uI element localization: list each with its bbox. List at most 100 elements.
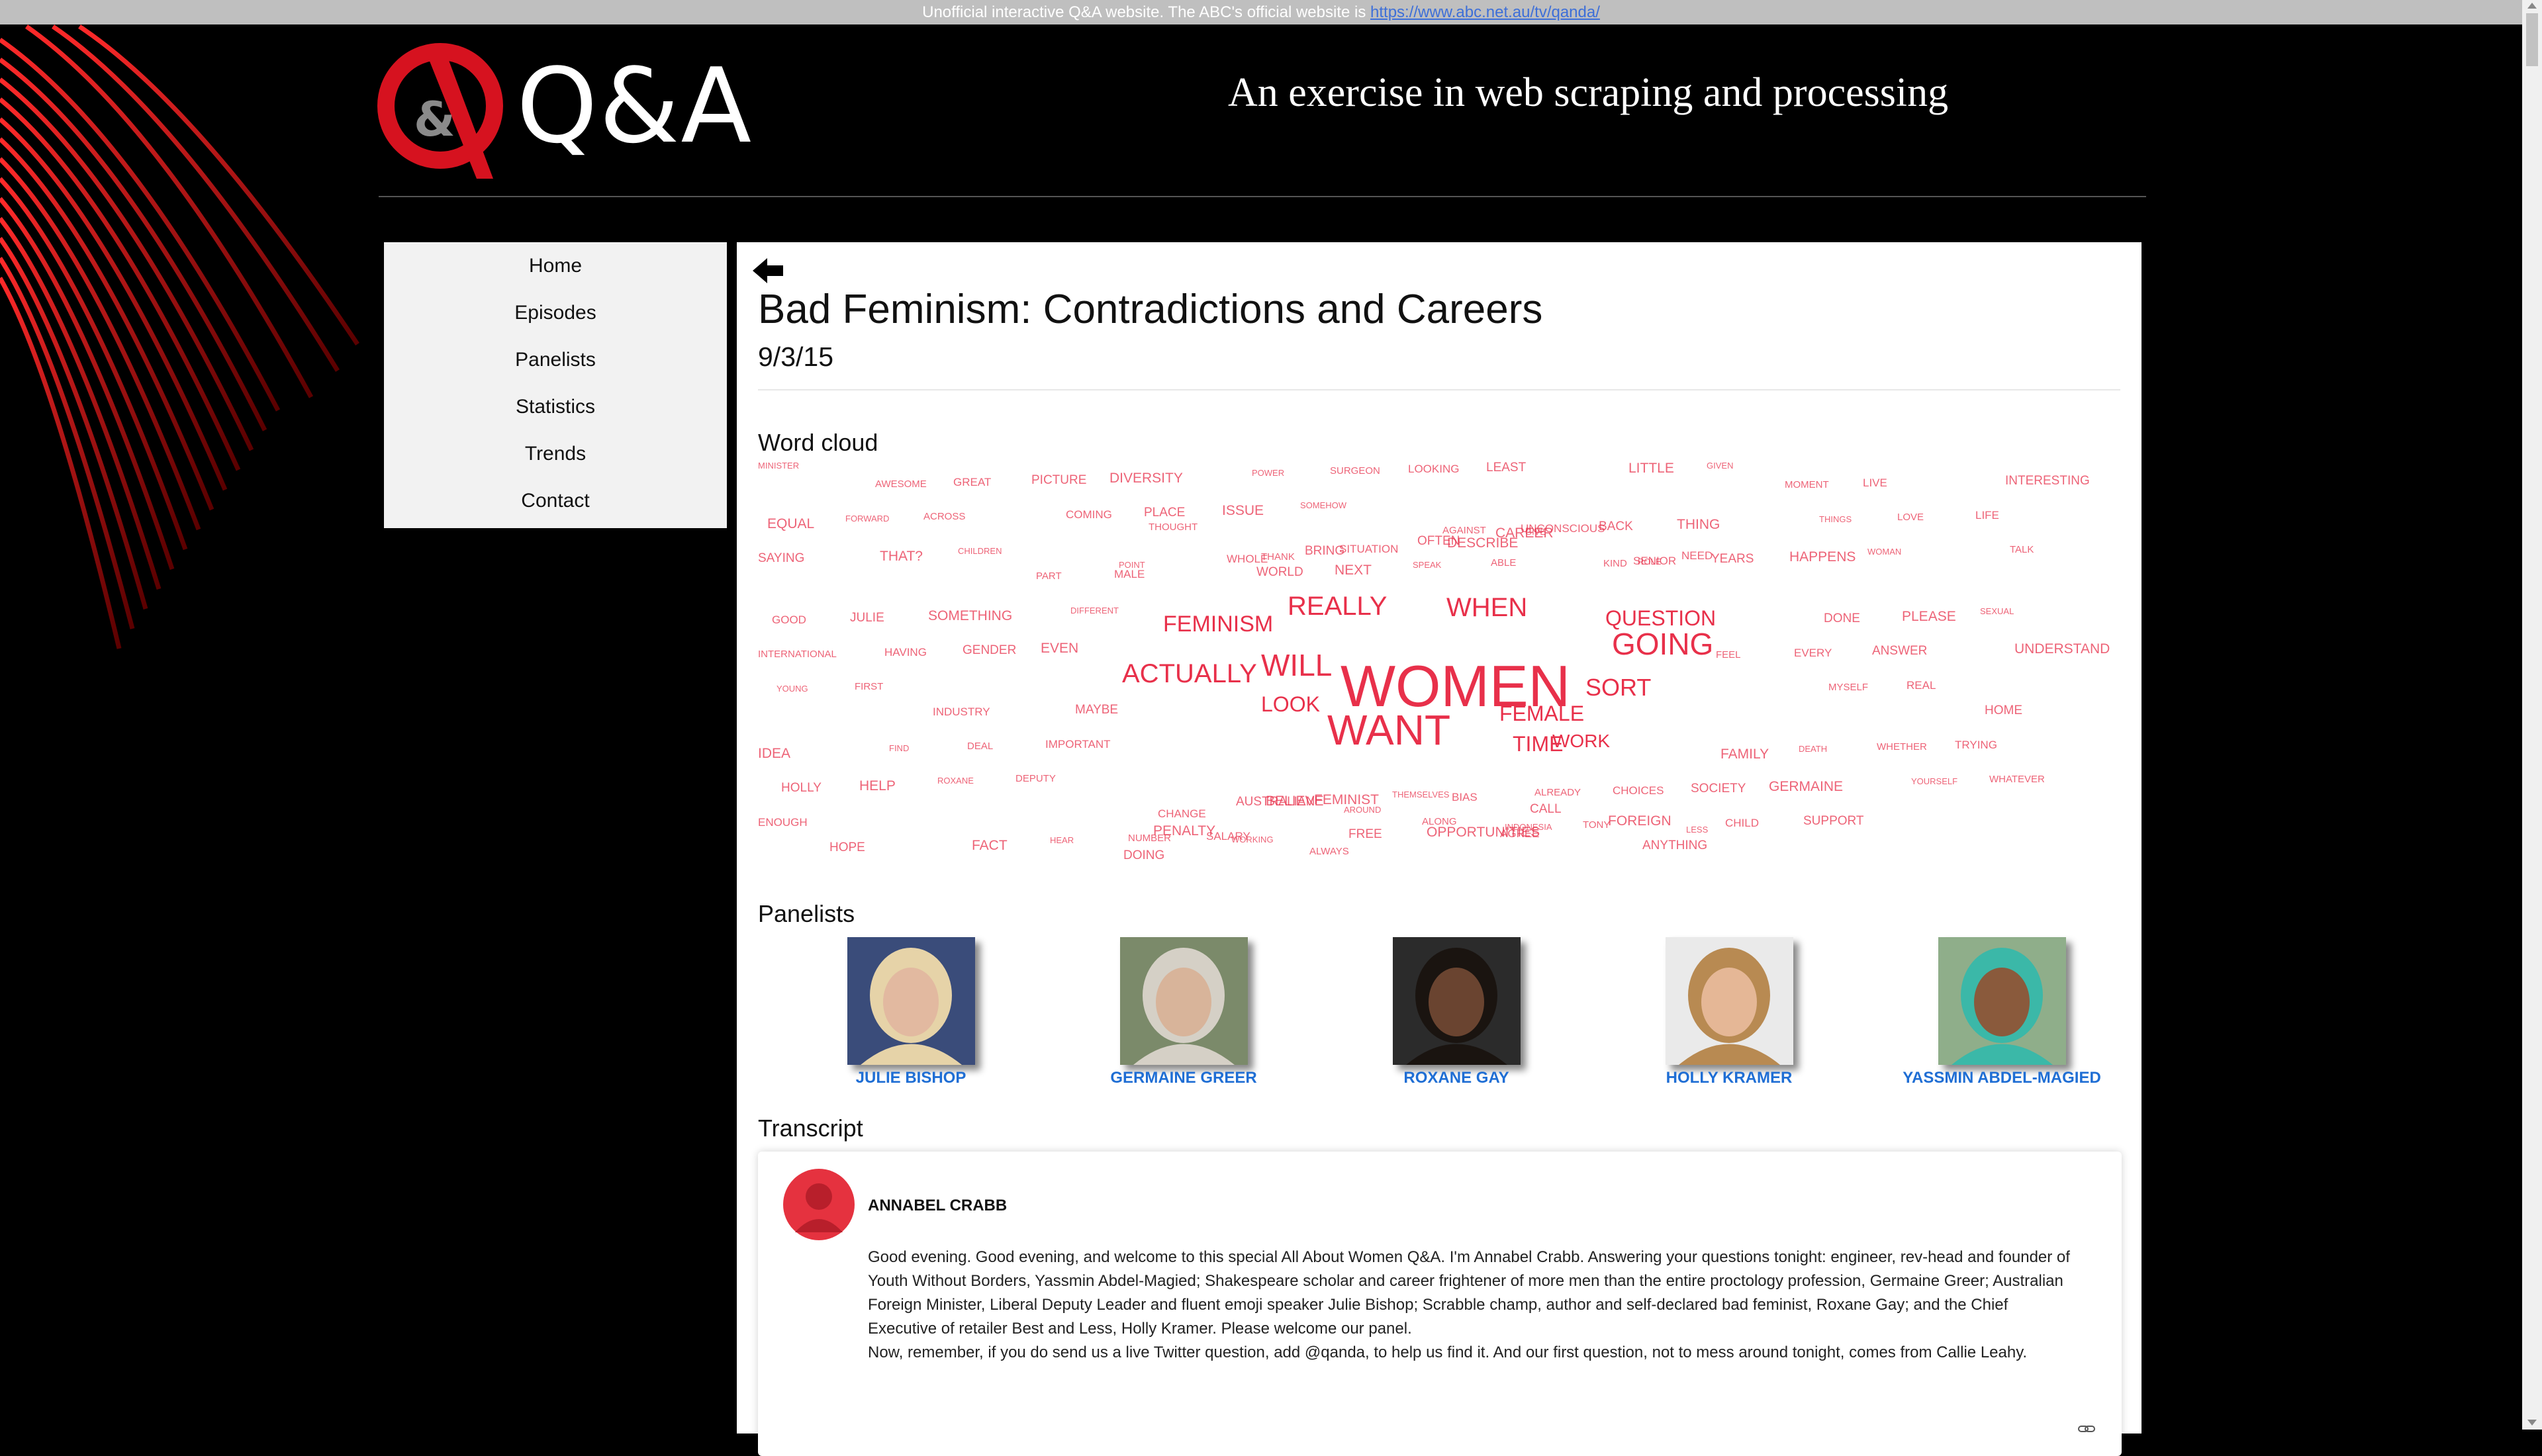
panelists-list: JULIE BISHOP GERMAINE GREER ROXANE GAY HOLL… xyxy=(758,937,2120,1103)
word-cloud-word: feminist xyxy=(1314,792,1379,807)
word-cloud-word: world xyxy=(1256,565,1303,579)
word-cloud-word: tony xyxy=(1583,819,1611,831)
nav-contact[interactable]: Contact xyxy=(384,477,727,524)
panelist-card[interactable]: ROXANE GAY xyxy=(1357,937,1556,1087)
panelist-card[interactable]: HOLLY KRAMER xyxy=(1630,937,1828,1087)
word-cloud-word: work xyxy=(1552,731,1611,751)
word-cloud-word: interesting xyxy=(2005,474,2090,488)
transcript-entry: ANNABEL CRABB Good evening. Good evening… xyxy=(758,1152,2122,1456)
transcript-paragraph: Now, remember, if you do send us a live … xyxy=(868,1343,2028,1361)
word-cloud-word: thank xyxy=(1261,551,1295,563)
scrollbar[interactable] xyxy=(2522,0,2542,1430)
word-cloud-word: choices xyxy=(1613,784,1664,797)
word-cloud-word: place xyxy=(1144,506,1186,520)
word-cloud-word: want xyxy=(1327,706,1451,754)
word-cloud-word: role xyxy=(1638,557,1662,567)
panelist-photo[interactable] xyxy=(1938,937,2066,1065)
word-cloud-word: death xyxy=(1799,744,1828,754)
word-cloud-word: female xyxy=(1499,702,1585,725)
back-arrow-icon[interactable] xyxy=(751,257,784,285)
word-cloud-word: indonesia xyxy=(1505,822,1552,832)
panelists-heading: Panelists xyxy=(758,900,855,927)
word-cloud-word: gender xyxy=(963,643,1017,657)
word-cloud-word: happens xyxy=(1789,549,1856,565)
word-cloud-word: actually xyxy=(1122,659,1257,688)
nav-statistics[interactable]: Statistics xyxy=(384,383,727,430)
title-divider xyxy=(758,389,2120,390)
word-cloud-word: will xyxy=(1261,648,1333,682)
panelist-card[interactable]: YASSMIN ABDEL-MAGIED xyxy=(1903,937,2101,1087)
word-cloud-word: thing xyxy=(1677,517,1720,532)
word-cloud-word: least xyxy=(1486,461,1527,475)
panelist-photo[interactable] xyxy=(847,937,975,1065)
word-cloud-word: talk xyxy=(2010,544,2034,555)
nav-episodes[interactable]: Episodes xyxy=(384,289,727,336)
word-cloud-word: foreign xyxy=(1608,813,1671,829)
word-cloud-word: even xyxy=(1041,641,1079,656)
header-divider xyxy=(379,196,2146,197)
word-cloud-word: different xyxy=(1070,606,1119,615)
word-cloud-word: saying xyxy=(758,551,805,565)
word-cloud-word: question xyxy=(1605,606,1717,630)
panelist-photo[interactable] xyxy=(1392,937,1521,1065)
word-cloud-word: free xyxy=(1348,827,1382,841)
word-cloud-word: bias xyxy=(1452,791,1478,803)
panelist-photo[interactable] xyxy=(1119,937,1248,1065)
word-cloud-word: salary xyxy=(1206,830,1250,842)
site-tagline: An exercise in web scraping and processi… xyxy=(1228,70,1949,115)
scrollbar-thumb[interactable] xyxy=(2526,13,2538,66)
word-cloud-word: often xyxy=(1417,534,1460,548)
link-icon[interactable] xyxy=(2078,1423,2095,1435)
panelist-name-link[interactable]: HOLLY KRAMER xyxy=(1630,1069,1828,1087)
word-cloud-word: understand xyxy=(2014,641,2110,657)
word-cloud-word: able xyxy=(1491,557,1517,569)
nav-trends[interactable]: Trends xyxy=(384,430,727,477)
word-cloud-word: home xyxy=(1985,704,2022,717)
speaker-name: ANNABEL CRABB xyxy=(868,1197,1008,1214)
panelist-name-link[interactable]: GERMAINE GREER xyxy=(1084,1069,1283,1087)
scroll-up-icon[interactable] xyxy=(2527,3,2537,9)
word-cloud-word: anything xyxy=(1642,839,1708,852)
panelist-photo[interactable] xyxy=(1665,937,1793,1065)
word-cloud-word: male xyxy=(1114,568,1145,580)
episode-date: 9/3/15 xyxy=(758,341,833,372)
logo-text: Q&A xyxy=(516,46,753,166)
nav-panelists[interactable]: Panelists xyxy=(384,336,727,383)
scroll-down-icon[interactable] xyxy=(2527,1420,2537,1426)
word-cloud-word: young xyxy=(777,684,808,694)
word-cloud-word: situation xyxy=(1339,543,1399,555)
word-cloud-word: good xyxy=(772,614,806,626)
abc-website-link[interactable]: https://www.abc.net.au/tv/qanda/ xyxy=(1370,3,1600,21)
word-cloud-word: diversity xyxy=(1109,471,1183,486)
background-stripes xyxy=(0,24,359,649)
word-cloud-word: find xyxy=(889,743,910,753)
panelist-card[interactable]: JULIE BISHOP xyxy=(812,937,1010,1087)
panelist-name-link[interactable]: ROXANE GAY xyxy=(1357,1069,1556,1087)
word-cloud-word: doing xyxy=(1123,848,1165,862)
word-cloud-word: whether xyxy=(1877,741,1927,752)
word-cloud-word: society xyxy=(1691,782,1746,796)
word-cloud-word: julie xyxy=(850,611,884,625)
word-cloud-word: first xyxy=(855,681,884,692)
word-cloud-word: done xyxy=(1824,612,1860,625)
word-cloud-word: deal xyxy=(967,741,994,752)
transcript-heading: Transcript xyxy=(758,1115,863,1142)
word-cloud-word: little xyxy=(1628,461,1674,476)
word-cloud-word: deputy xyxy=(1015,773,1056,784)
nav-home[interactable]: Home xyxy=(384,242,727,289)
word-cloud-word: fact xyxy=(972,838,1008,853)
word-cloud-word: maybe xyxy=(1075,703,1119,717)
panelist-card[interactable]: GERMAINE GREER xyxy=(1084,937,1283,1087)
word-cloud-word: themselves xyxy=(1392,790,1450,799)
word-cloud-word: really xyxy=(1288,592,1388,621)
panelist-name-link[interactable]: YASSMIN ABDEL-MAGIED xyxy=(1903,1069,2101,1087)
word-cloud-word: picture xyxy=(1031,473,1087,487)
word-cloud-word: change xyxy=(1158,807,1206,820)
word-cloud-word: germaine xyxy=(1769,779,1844,794)
word-cloud-word: having xyxy=(884,646,927,659)
sidebar-nav: Home Episodes Panelists Statistics Trend… xyxy=(384,242,727,528)
word-cloud-word: support xyxy=(1803,814,1864,828)
word-cloud-word: children xyxy=(958,546,1002,556)
word-cloud-word: roxane xyxy=(937,776,974,786)
panelist-name-link[interactable]: JULIE BISHOP xyxy=(812,1069,1010,1087)
